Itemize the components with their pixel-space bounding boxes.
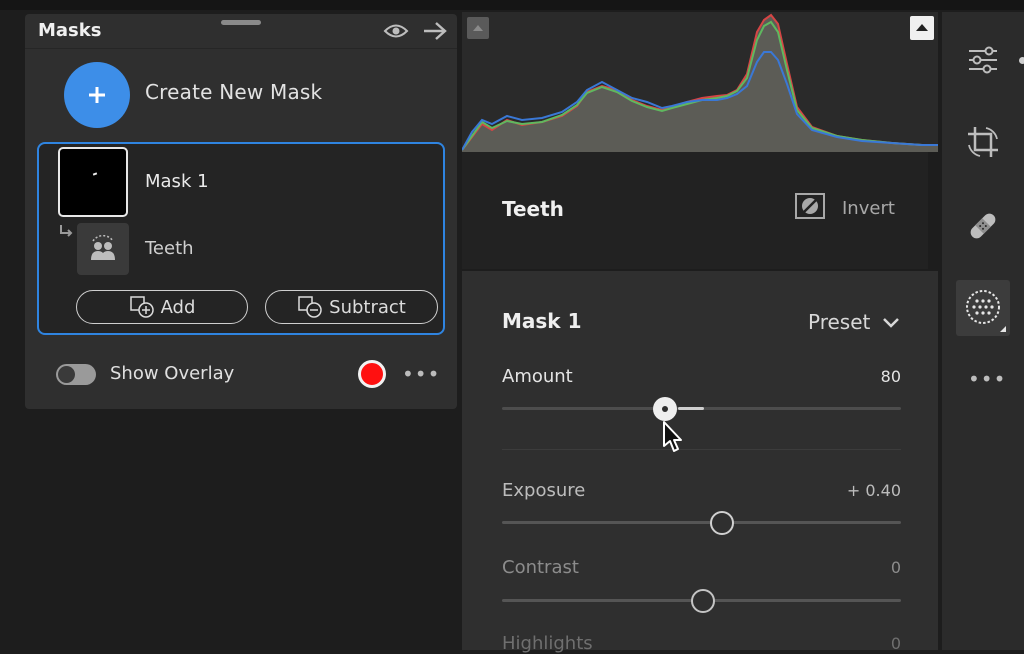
mouse-pointer-icon — [660, 420, 684, 460]
mask-thumbnail-speck — [92, 172, 98, 176]
teeth-component-label[interactable]: Teeth — [145, 238, 194, 259]
highlight-clipping-toggle[interactable] — [910, 16, 934, 40]
highlights-value[interactable]: 0 — [891, 634, 901, 653]
mask-adjustments-title: Mask 1 — [502, 309, 582, 333]
edit-sliders-icon[interactable] — [965, 42, 1001, 78]
toggle-knob — [58, 366, 75, 383]
contrast-value[interactable]: 0 — [891, 558, 901, 577]
amount-label: Amount — [502, 366, 573, 387]
people-select-icon — [91, 235, 115, 260]
crop-icon[interactable] — [965, 124, 1001, 160]
mask-name[interactable]: Mask 1 — [145, 171, 209, 192]
mask-adjustments: Mask 1 Preset Amount 80 Exposure + 0.40 … — [462, 271, 938, 654]
exposure-slider-thumb[interactable] — [710, 511, 734, 535]
show-overlay-label: Show Overlay — [110, 363, 235, 384]
mask-thumbnail[interactable] — [58, 147, 128, 217]
add-button[interactable]: Add — [76, 290, 248, 324]
masks-panel: Masks Create New Mask Mask 1 Teeth Add S… — [25, 14, 457, 409]
shadow-clipping-toggle[interactable] — [467, 17, 489, 39]
teeth-component-thumbnail[interactable] — [77, 223, 129, 275]
masks-panel-title: Masks — [38, 20, 102, 41]
chevron-down-icon[interactable] — [882, 315, 900, 329]
child-arrow-icon — [58, 224, 74, 240]
add-shape-icon — [129, 296, 154, 318]
tool-strip: ••• — [942, 12, 1024, 650]
arrow-right-icon[interactable] — [422, 20, 448, 42]
amount-value[interactable]: 80 — [881, 367, 901, 386]
invert-label[interactable]: Invert — [842, 198, 895, 219]
subtract-label: Subtract — [329, 296, 406, 318]
exposure-label: Exposure — [502, 480, 586, 501]
edge-indicator-dot — [1019, 57, 1024, 64]
amount-slider-thumb[interactable] — [653, 397, 677, 421]
histogram-graph — [462, 13, 938, 152]
subtract-button[interactable]: Subtract — [265, 290, 438, 324]
show-overlay-toggle[interactable] — [56, 364, 96, 385]
top-border — [0, 0, 1024, 10]
exposure-value[interactable]: + 0.40 — [847, 481, 901, 500]
add-label: Add — [160, 296, 196, 318]
more-tools-icon[interactable]: ••• — [968, 367, 1006, 391]
slider-divider — [502, 449, 901, 450]
more-options-icon[interactable]: ••• — [402, 362, 440, 386]
contrast-slider-thumb[interactable] — [691, 589, 715, 613]
mask-card[interactable]: Mask 1 Teeth Add Subtract — [37, 142, 445, 335]
component-header: Teeth Invert — [462, 152, 928, 269]
panel-drag-handle[interactable] — [221, 20, 261, 25]
component-title: Teeth — [502, 197, 564, 221]
exposure-slider-track[interactable] — [502, 521, 901, 524]
triangle-up-icon — [916, 24, 928, 31]
eye-icon[interactable] — [383, 22, 409, 40]
amount-slider-fill — [678, 407, 704, 410]
thumb-center-dot — [662, 406, 668, 412]
masking-icon — [966, 290, 1006, 332]
header-divider — [25, 48, 457, 49]
contrast-label: Contrast — [502, 557, 579, 578]
healing-bandage-icon[interactable] — [965, 208, 1001, 244]
subtract-shape-icon — [298, 296, 322, 318]
create-new-mask-label[interactable]: Create New Mask — [145, 80, 322, 104]
masking-tool-button[interactable] — [956, 280, 1010, 336]
highlights-label: Highlights — [502, 633, 593, 654]
triangle-up-icon — [473, 25, 483, 31]
preset-dropdown[interactable]: Preset — [808, 310, 870, 334]
invert-icon[interactable] — [795, 193, 825, 219]
overlay-color-swatch[interactable] — [358, 360, 386, 388]
plus-icon — [89, 87, 105, 103]
create-new-mask-button[interactable] — [64, 62, 130, 128]
